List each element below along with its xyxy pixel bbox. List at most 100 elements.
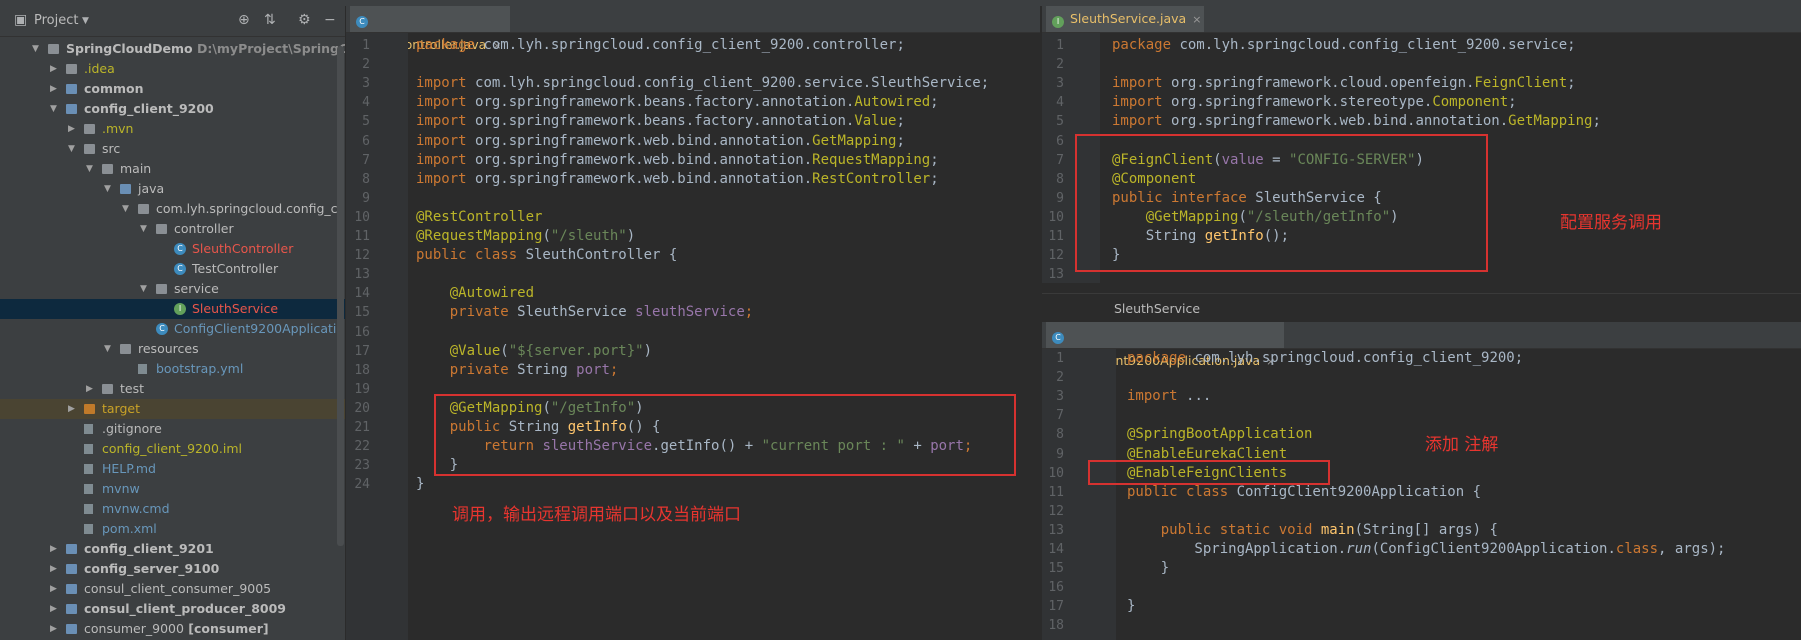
tree-item[interactable]: config_client_9200.iml: [0, 439, 345, 459]
tree-item[interactable]: .gitignore: [0, 419, 345, 439]
tree-item[interactable]: ▶ test: [0, 379, 345, 399]
line-number: 9: [1056, 190, 1064, 206]
code-line[interactable]: }: [416, 475, 424, 494]
code-line[interactable]: @RequestMapping("/sleuth"): [416, 227, 635, 246]
line-number: 5: [362, 114, 370, 130]
code-line[interactable]: package com.lyh.springcloud.config_clien…: [1112, 36, 1576, 55]
chevron-right-icon[interactable]: ▶: [50, 79, 57, 99]
tree-item[interactable]: ▼ config_client_9200: [0, 99, 345, 119]
chevron-down-icon[interactable]: ▼: [122, 199, 129, 219]
chevron-right-icon[interactable]: ▶: [50, 559, 57, 579]
code-line[interactable]: @Autowired: [416, 284, 534, 303]
chevron-right-icon[interactable]: ▶: [68, 119, 75, 139]
code-line[interactable]: import org.springframework.web.bind.anno…: [1112, 112, 1601, 131]
code-line[interactable]: public class SleuthController {: [416, 246, 677, 265]
code-line[interactable]: package com.lyh.springcloud.config_clien…: [1127, 349, 1523, 368]
code-line[interactable]: import org.springframework.beans.factory…: [416, 112, 905, 131]
tree-item[interactable]: ▼ SpringCloudDemo D:\myProject\SpringClou…: [0, 39, 345, 59]
code-line[interactable]: import org.springframework.web.bind.anno…: [416, 151, 939, 170]
code-line[interactable]: public class ConfigClient9200Application…: [1127, 483, 1481, 502]
tree-item[interactable]: bootstrap.yml: [0, 359, 345, 379]
code-line[interactable]: private SleuthService sleuthService;: [416, 303, 753, 322]
tree-item[interactable]: ▶ .idea: [0, 59, 345, 79]
tree-scrollbar[interactable]: [337, 46, 344, 546]
tree-item[interactable]: ▶ .mvn: [0, 119, 345, 139]
code-token: (ConfigClient9200Application.: [1371, 541, 1616, 557]
tree-item[interactable]: HELP.md: [0, 459, 345, 479]
tab-sleuth-service[interactable]: I SleuthService.java ×: [1046, 6, 1204, 32]
code-line[interactable]: }: [1127, 559, 1169, 578]
folder-icon: [138, 204, 149, 214]
code-line[interactable]: import ...: [1127, 387, 1211, 406]
code-line[interactable]: @SpringBootApplication: [1127, 425, 1312, 444]
code-line[interactable]: private String port;: [416, 361, 619, 380]
tree-item[interactable]: ▼ com.lyh.springcloud.config_client_9200: [0, 199, 345, 219]
code-line[interactable]: import org.springframework.stereotype.Co…: [1112, 93, 1517, 112]
tree-item[interactable]: ▶ config_server_9100: [0, 559, 345, 579]
tree-item[interactable]: ▼ src: [0, 139, 345, 159]
chevron-down-icon[interactable]: ▼: [104, 179, 111, 199]
tree-item[interactable]: ▶ target: [0, 399, 345, 419]
tree-item[interactable]: ▶ common: [0, 79, 345, 99]
tree-item[interactable]: ▼ main: [0, 159, 345, 179]
tree-item[interactable]: pom.xml: [0, 519, 345, 539]
gear-icon[interactable]: ⚙: [298, 12, 311, 28]
chevron-down-icon[interactable]: ▼: [140, 279, 147, 299]
close-icon[interactable]: ×: [1192, 13, 1201, 26]
tree-item[interactable]: ▶ consul_client_consumer_9005: [0, 579, 345, 599]
chevron-down-icon[interactable]: ▼: [50, 99, 57, 119]
tree-item[interactable]: mvnw: [0, 479, 345, 499]
tree-item[interactable]: C SleuthController: [0, 239, 345, 259]
line-number: 7: [1056, 408, 1064, 424]
project-view-icon[interactable]: ▣: [14, 12, 27, 28]
chevron-right-icon[interactable]: ▶: [68, 399, 75, 419]
tree-item[interactable]: ▼ service: [0, 279, 345, 299]
code-line[interactable]: public static void main(String[] args) {: [1127, 521, 1498, 540]
tree-item[interactable]: ▼ resources: [0, 339, 345, 359]
code-token: ;: [930, 151, 939, 168]
tree-item[interactable]: mvnw.cmd: [0, 499, 345, 519]
code-line[interactable]: @RestController: [416, 208, 542, 227]
chevron-right-icon[interactable]: ▶: [50, 59, 57, 79]
annotation-call: 调用，输出远程调用端口以及当前端口: [452, 505, 741, 525]
line-number: 12: [354, 248, 370, 264]
collapse-all-icon[interactable]: ⇅: [264, 12, 276, 28]
tree-item[interactable]: C TestController: [0, 259, 345, 279]
code-line[interactable]: import org.springframework.web.bind.anno…: [416, 170, 939, 189]
tree-item[interactable]: ▶ consumer_9000 [consumer]: [0, 619, 345, 639]
code-line[interactable]: import com.lyh.springcloud.config_client…: [416, 74, 989, 93]
tree-item[interactable]: ▶ config_client_9201: [0, 539, 345, 559]
tab-config-client-application[interactable]: CConfigClient9200Application.java ×: [1046, 322, 1284, 368]
chevron-right-icon[interactable]: ▶: [50, 579, 57, 599]
locate-icon[interactable]: ⊕: [238, 12, 250, 28]
line-number: 12: [1048, 503, 1064, 519]
chevron-right-icon[interactable]: ▶: [86, 379, 93, 399]
tree-item[interactable]: I SleuthService: [0, 299, 345, 319]
chevron-down-icon[interactable]: ▼: [32, 39, 39, 59]
code-token: "${server.port}": [508, 342, 644, 359]
breadcrumb-item[interactable]: SleuthService: [1114, 301, 1200, 316]
code-line[interactable]: }: [1127, 597, 1135, 616]
chevron-down-icon[interactable]: ▼: [82, 16, 89, 26]
chevron-down-icon[interactable]: ▼: [140, 219, 147, 239]
chevron-down-icon[interactable]: ▼: [86, 159, 93, 179]
code-line[interactable]: @Value("${server.port}"): [416, 342, 652, 361]
code-line[interactable]: import org.springframework.web.bind.anno…: [416, 132, 905, 151]
code-line[interactable]: import org.springframework.beans.factory…: [416, 93, 939, 112]
project-title[interactable]: Project: [34, 13, 78, 28]
tree-item[interactable]: C ConfigClient9200Application: [0, 319, 345, 339]
chevron-down-icon[interactable]: ▼: [68, 139, 75, 159]
tab-sleuth-controller[interactable]: CSleuthController.java ×: [350, 6, 510, 52]
code-line[interactable]: import org.springframework.cloud.openfei…: [1112, 74, 1576, 93]
tree-item-label: .idea: [84, 61, 115, 76]
chevron-right-icon[interactable]: ▶: [50, 599, 57, 619]
hide-icon[interactable]: −: [324, 12, 336, 28]
tree-item[interactable]: ▼ controller: [0, 219, 345, 239]
chevron-down-icon[interactable]: ▼: [104, 339, 111, 359]
code-line[interactable]: package com.lyh.springcloud.config_clien…: [416, 36, 905, 55]
chevron-right-icon[interactable]: ▶: [50, 539, 57, 559]
tree-item[interactable]: ▼ java: [0, 179, 345, 199]
tree-item[interactable]: ▶ consul_client_producer_8009: [0, 599, 345, 619]
chevron-right-icon[interactable]: ▶: [50, 619, 57, 639]
code-line[interactable]: SpringApplication.run(ConfigClient9200Ap…: [1127, 540, 1725, 559]
